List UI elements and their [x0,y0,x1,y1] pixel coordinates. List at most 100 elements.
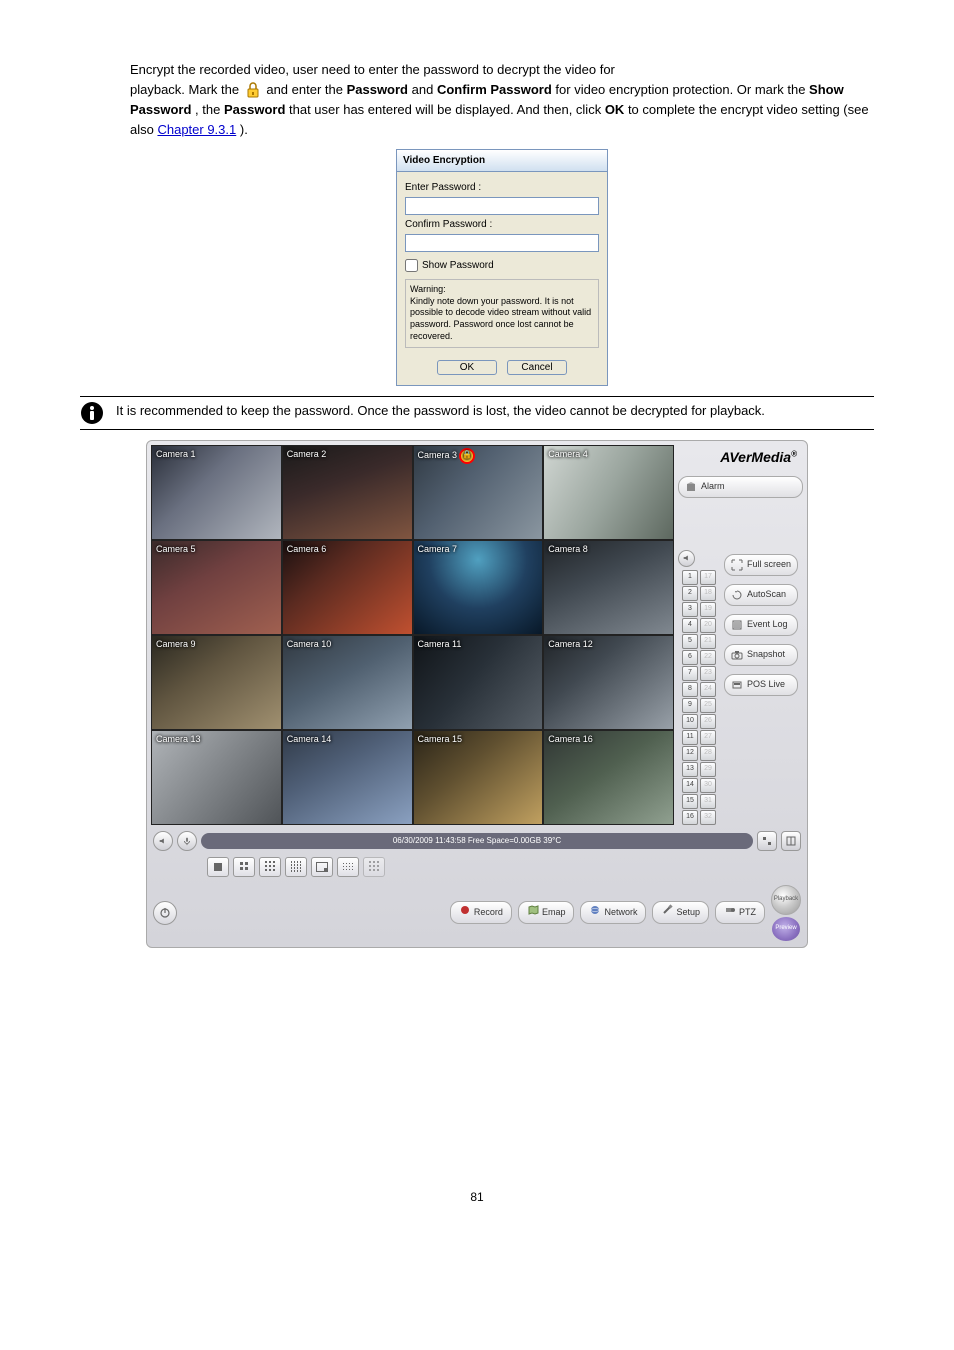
playback-button[interactable]: Playback [771,885,801,915]
camera-tile-5[interactable]: Camera 5 [151,540,282,635]
alarm-button[interactable]: Alarm [678,476,803,498]
cam-select-22[interactable]: 22 [700,650,716,665]
cam-select-30[interactable]: 30 [700,778,716,793]
snapshot-button[interactable]: Snapshot [724,644,798,666]
info-icon [80,401,104,425]
cam-select-1[interactable]: 1 [682,570,698,585]
cam-select-25[interactable]: 25 [700,698,716,713]
layout-9[interactable] [259,857,281,877]
camera-tile-4[interactable]: Camera 4 [543,445,674,540]
layout-pip[interactable] [311,857,333,877]
audio-toggle[interactable] [678,550,695,567]
setup-icon [661,904,673,921]
text-playback: playback. Mark the [130,82,243,97]
text-password2: Password [224,102,285,117]
cam-select-19[interactable]: 19 [700,602,716,617]
fullscreen-icon [731,559,743,571]
layout-4[interactable] [233,857,255,877]
camera-tile-15[interactable]: Camera 15 [413,730,544,825]
cam-select-3[interactable]: 3 [682,602,698,617]
camera-tile-2[interactable]: Camera 2 [282,445,413,540]
mic-button[interactable] [177,831,197,851]
cam-select-17[interactable]: 17 [700,570,716,585]
camera-tile-1[interactable]: Camera 1 [151,445,282,540]
show-password-checkbox[interactable] [405,259,418,272]
cam-select-18[interactable]: 18 [700,586,716,601]
eventlog-icon [731,619,743,631]
text: for video encryption protection. Or mark… [555,82,809,97]
cam-select-32[interactable]: 32 [700,810,716,825]
layout-custom2[interactable] [363,857,385,877]
ptz-button[interactable]: PTZ [715,901,765,924]
cam-select-11[interactable]: 11 [682,730,698,745]
cancel-button[interactable]: Cancel [507,360,567,375]
app-screenshot: Camera 1 Camera 2 Camera 3🔒 Camera 4 Cam… [146,440,808,948]
camera-tile-6[interactable]: Camera 6 [282,540,413,635]
cam-select-26[interactable]: 26 [700,714,716,729]
camera-tile-12[interactable]: Camera 12 [543,635,674,730]
cam-select-6[interactable]: 6 [682,650,698,665]
cam-select-2[interactable]: 2 [682,586,698,601]
power-button[interactable] [153,901,177,925]
cam-select-28[interactable]: 28 [700,746,716,761]
record-button[interactable]: Record [450,901,512,924]
mode-button-1[interactable] [757,831,777,851]
cam-select-31[interactable]: 31 [700,794,716,809]
camera-tile-7[interactable]: Camera 7 [413,540,544,635]
enter-password-label: Enter Password : [405,180,599,195]
cam-select-8[interactable]: 8 [682,682,698,697]
camera-tile-14[interactable]: Camera 14 [282,730,413,825]
ok-button[interactable]: OK [437,360,497,375]
eventlog-button[interactable]: Event Log [724,614,798,636]
camera-icon [731,649,743,661]
cam-select-15[interactable]: 15 [682,794,698,809]
camera-tile-3[interactable]: Camera 3🔒 [413,445,544,540]
cam-select-9[interactable]: 9 [682,698,698,713]
fullscreen-button[interactable]: Full screen [724,554,798,576]
cam-select-4[interactable]: 4 [682,618,698,633]
layout-toolbar [147,853,807,881]
cam-select-21[interactable]: 21 [700,634,716,649]
cam-select-10[interactable]: 10 [682,714,698,729]
poslive-button[interactable]: POS Live [724,674,798,696]
cam-select-7[interactable]: 7 [682,666,698,681]
emap-button[interactable]: Emap [518,901,575,924]
cam-select-29[interactable]: 29 [700,762,716,777]
cam-select-5[interactable]: 5 [682,634,698,649]
info-callout: It is recommended to keep the password. … [80,396,874,430]
camera-tile-13[interactable]: Camera 13 [151,730,282,825]
right-panel: AVerMedia® Alarm 12345678910 [678,441,807,829]
enter-password-input[interactable] [405,197,599,215]
alarm-icon [685,481,697,493]
autoscan-button[interactable]: AutoScan [724,584,798,606]
network-icon [589,904,601,921]
video-encryption-dialog: Video Encryption Enter Password : Confir… [396,149,608,385]
layout-custom1[interactable] [337,857,359,877]
camera-tile-11[interactable]: Camera 11 [413,635,544,730]
cam-select-20[interactable]: 20 [700,618,716,633]
cam-select-13[interactable]: 13 [682,762,698,777]
mode-button-2[interactable] [781,831,801,851]
text-ok: OK [605,102,625,117]
cam-select-24[interactable]: 24 [700,682,716,697]
volume-button[interactable] [153,831,173,851]
camera-tile-8[interactable]: Camera 8 [543,540,674,635]
cam-select-27[interactable]: 27 [700,730,716,745]
preview-button[interactable]: Preview [772,917,800,941]
chapter-link[interactable]: Chapter 9.3.1 [157,122,236,137]
camera-tile-16[interactable]: Camera 16 [543,730,674,825]
cam-select-23[interactable]: 23 [700,666,716,681]
network-button[interactable]: Network [580,901,646,924]
confirm-password-input[interactable] [405,234,599,252]
cam-select-12[interactable]: 12 [682,746,698,761]
show-password-label: Show Password [422,258,494,273]
camera-tile-9[interactable]: Camera 9 [151,635,282,730]
cam-select-16[interactable]: 16 [682,810,698,825]
layout-1[interactable] [207,857,229,877]
text-confirm: Confirm Password [437,82,552,97]
cam-select-14[interactable]: 14 [682,778,698,793]
setup-button[interactable]: Setup [652,901,709,924]
text: that user has entered will be displayed.… [289,102,605,117]
camera-tile-10[interactable]: Camera 10 [282,635,413,730]
layout-16[interactable] [285,857,307,877]
